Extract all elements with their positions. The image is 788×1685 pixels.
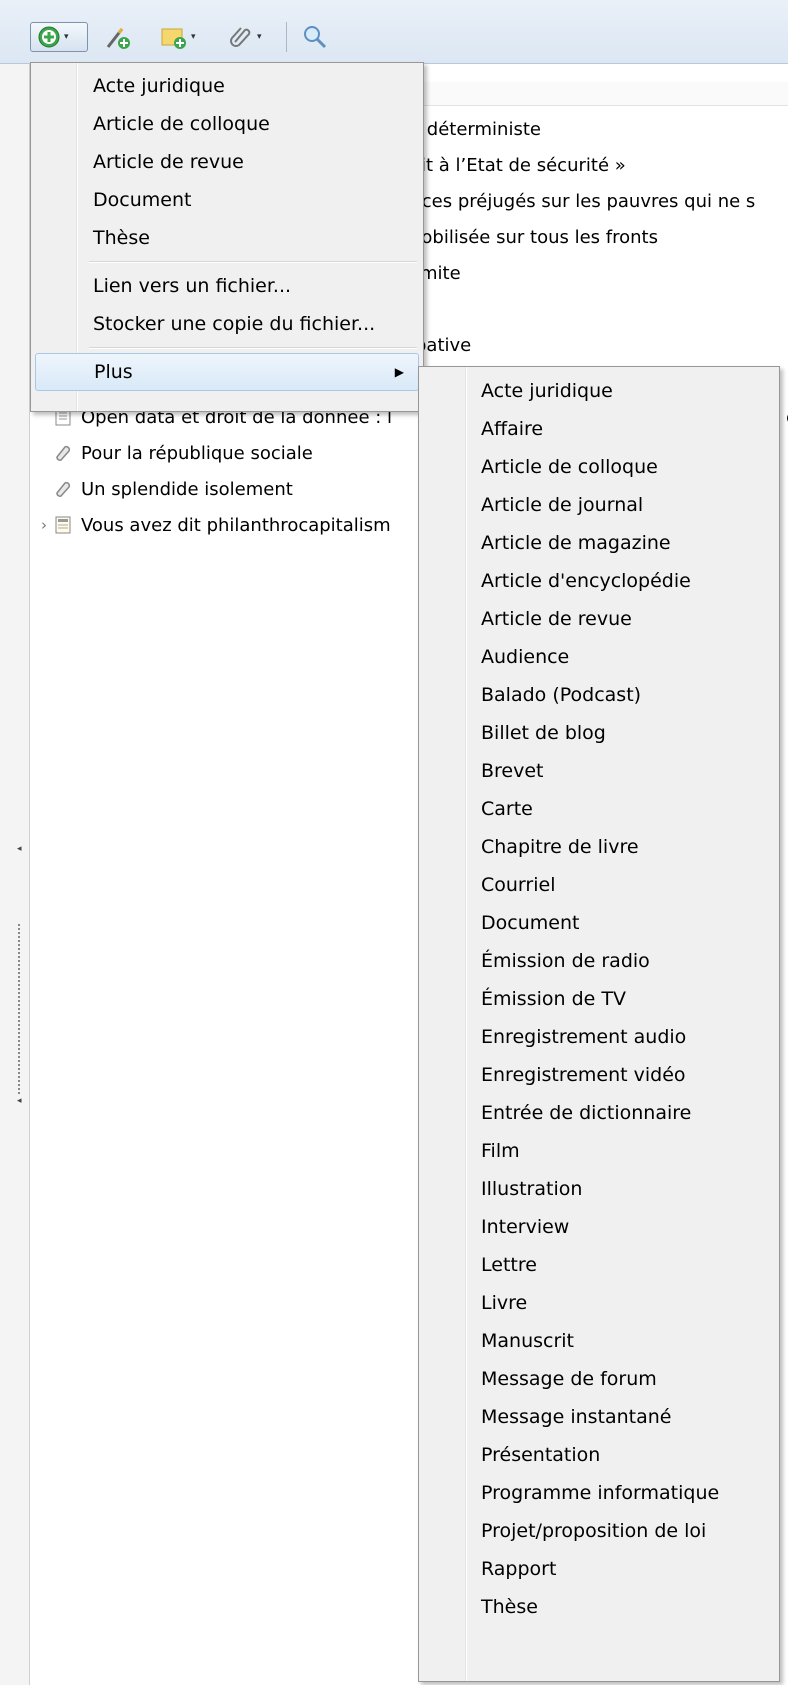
submenu-arrow-icon: ▶: [394, 365, 404, 379]
new-item-button[interactable]: ▾: [30, 22, 88, 52]
link-attachment-icon: [56, 481, 71, 497]
submenu-item[interactable]: Enregistrement vidéo: [419, 1055, 779, 1095]
add-attachment-button[interactable]: ▾: [228, 22, 262, 52]
submenu-item[interactable]: Affaire: [419, 409, 779, 449]
menu-item-link-file[interactable]: Lien vers un fichier...: [31, 267, 423, 305]
submenu-item[interactable]: Enregistrement audio: [419, 1017, 779, 1057]
submenu-item[interactable]: Illustration: [419, 1169, 779, 1209]
submenu-item[interactable]: Manuscrit: [419, 1321, 779, 1361]
submenu-item[interactable]: Émission de radio: [419, 941, 779, 981]
submenu-item[interactable]: Émission de TV: [419, 979, 779, 1019]
menu-item-article-de-colloque[interactable]: Article de colloque: [31, 105, 423, 143]
submenu-item[interactable]: Courriel: [419, 865, 779, 905]
menu-item-store-file-copy[interactable]: Stocker une copie du fichier...: [31, 305, 423, 343]
menu-item-label: Plus: [94, 361, 133, 383]
submenu-item[interactable]: Livre: [419, 1283, 779, 1323]
item-title[interactable]: nobilisée sur tous les fronts: [410, 220, 658, 254]
new-note-button[interactable]: ▾: [160, 22, 196, 52]
search-button[interactable]: [302, 22, 328, 52]
dropdown-arrow-icon: ▾: [64, 32, 69, 42]
item-title: Pour la république sociale: [81, 442, 313, 464]
submenu-item[interactable]: Carte: [419, 789, 779, 829]
item-title[interactable]: oit à l’Etat de sécurité »: [410, 148, 626, 182]
collections-pane-collapsed: ◂ ◂: [0, 64, 30, 1685]
newspaper-icon: [55, 516, 71, 534]
item-title[interactable]: e déterministe: [410, 112, 541, 146]
dropdown-arrow-icon: ▾: [191, 32, 196, 42]
collapse-left-arrow-icon[interactable]: ◂: [17, 1096, 22, 1106]
paperclip-icon: [230, 27, 251, 47]
submenu-item[interactable]: Présentation: [419, 1435, 779, 1475]
submenu-item[interactable]: Article de colloque: [419, 447, 779, 487]
link-attachment-icon: [56, 445, 71, 461]
submenu-item[interactable]: Balado (Podcast): [419, 675, 779, 715]
menu-separator: [89, 347, 417, 349]
item-title[interactable]: : ces préjugés sur les pauvres qui ne s: [410, 184, 755, 218]
menu-item-these[interactable]: Thèse: [31, 219, 423, 257]
submenu-item[interactable]: Document: [419, 903, 779, 943]
menu-separator: [89, 261, 417, 263]
submenu-item[interactable]: Audience: [419, 637, 779, 677]
item-title: Vous avez dit philanthrocapitalism: [81, 514, 391, 536]
item-title: Un splendide isolement: [81, 478, 293, 500]
new-item-menu: Acte juridique Article de colloque Artic…: [30, 62, 424, 412]
submenu-item[interactable]: Film: [419, 1131, 779, 1171]
add-by-identifier-button[interactable]: [104, 22, 132, 52]
submenu-item[interactable]: Interview: [419, 1207, 779, 1247]
submenu-item[interactable]: Entrée de dictionnaire: [419, 1093, 779, 1133]
submenu-item[interactable]: Acte juridique: [419, 371, 779, 411]
submenu-item[interactable]: Thèse: [419, 1587, 779, 1627]
menu-item-acte-juridique[interactable]: Acte juridique: [31, 67, 423, 105]
toolbar-separator: [286, 22, 287, 52]
more-item-types-submenu: Acte juridique Affaire Article de colloq…: [418, 366, 780, 1682]
submenu-item[interactable]: Article d'encyclopédie: [419, 561, 779, 601]
note-plus-icon: [161, 28, 186, 49]
toolbar: ▾ ▾ ▾: [0, 0, 788, 64]
dropdown-arrow-icon: ▾: [257, 32, 262, 42]
menu-item-document[interactable]: Document: [31, 181, 423, 219]
plus-circle-icon: [38, 26, 60, 48]
submenu-item[interactable]: Message de forum: [419, 1359, 779, 1399]
chevron-right-icon[interactable]: ›: [35, 516, 53, 534]
collapse-left-arrow-icon[interactable]: ◂: [17, 844, 22, 854]
submenu-item[interactable]: Chapitre de livre: [419, 827, 779, 867]
submenu-item[interactable]: Brevet: [419, 751, 779, 791]
magnifier-icon: [304, 26, 327, 49]
menu-item-article-de-revue[interactable]: Article de revue: [31, 143, 423, 181]
splitter-grip[interactable]: [18, 924, 20, 1094]
submenu-item[interactable]: Projet/proposition de loi: [419, 1511, 779, 1551]
submenu-item[interactable]: Article de journal: [419, 485, 779, 525]
submenu-item[interactable]: Article de revue: [419, 599, 779, 639]
menu-item-more[interactable]: Plus ▶: [35, 353, 419, 391]
submenu-item[interactable]: Rapport: [419, 1549, 779, 1589]
submenu-item[interactable]: Message instantané: [419, 1397, 779, 1437]
submenu-item[interactable]: Billet de blog: [419, 713, 779, 753]
submenu-item[interactable]: Programme informatique: [419, 1473, 779, 1513]
submenu-item[interactable]: Lettre: [419, 1245, 779, 1285]
wand-plus-icon: [106, 28, 130, 49]
submenu-item[interactable]: Article de magazine: [419, 523, 779, 563]
